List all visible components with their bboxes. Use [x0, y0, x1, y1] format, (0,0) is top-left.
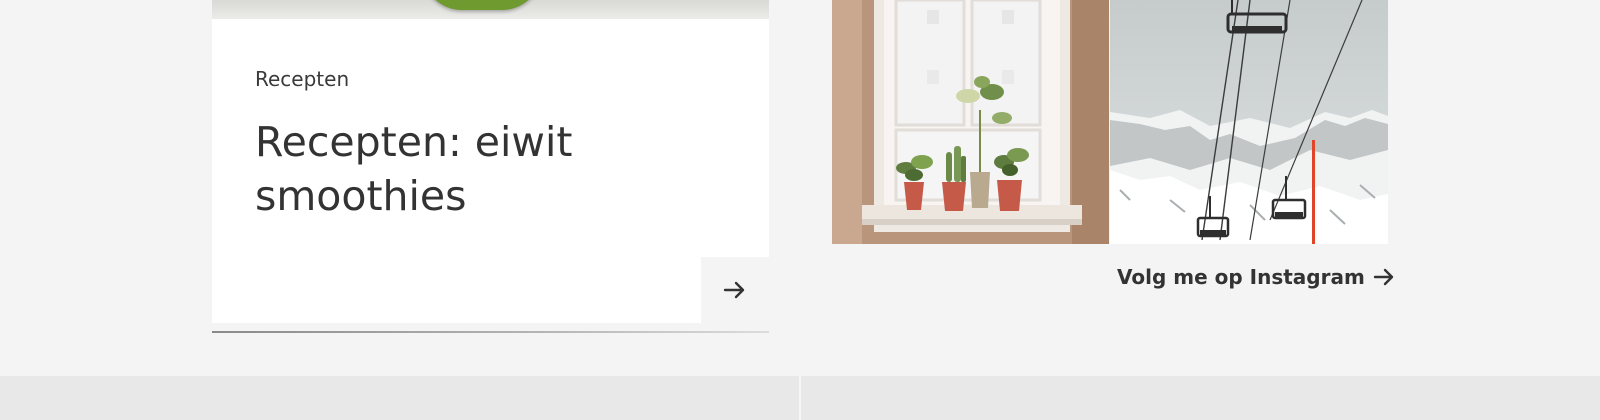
instagram-follow-link[interactable]: Volg me op Instagram	[1117, 262, 1395, 292]
instagram-photo-ski-lift[interactable]	[1110, 0, 1388, 244]
arrow-right-icon	[723, 281, 745, 299]
ski-lift-image	[1110, 0, 1388, 244]
instagram-follow-label: Volg me op Instagram	[1117, 265, 1365, 289]
window-plants-image	[832, 0, 1109, 244]
article-card-image[interactable]	[212, 0, 769, 19]
instagram-photo-window-plants[interactable]	[832, 0, 1109, 244]
article-title[interactable]: Recepten: eiwit smoothies	[255, 115, 695, 223]
arrow-right-icon	[1373, 268, 1394, 286]
article-card[interactable]: Recepten Recepten: eiwit smoothies	[212, 0, 769, 323]
article-card-underline	[212, 331, 769, 333]
footer-divider	[799, 376, 801, 420]
article-arrow-button[interactable]	[701, 257, 769, 323]
footer-band	[0, 376, 1600, 420]
article-category: Recepten	[255, 67, 350, 91]
